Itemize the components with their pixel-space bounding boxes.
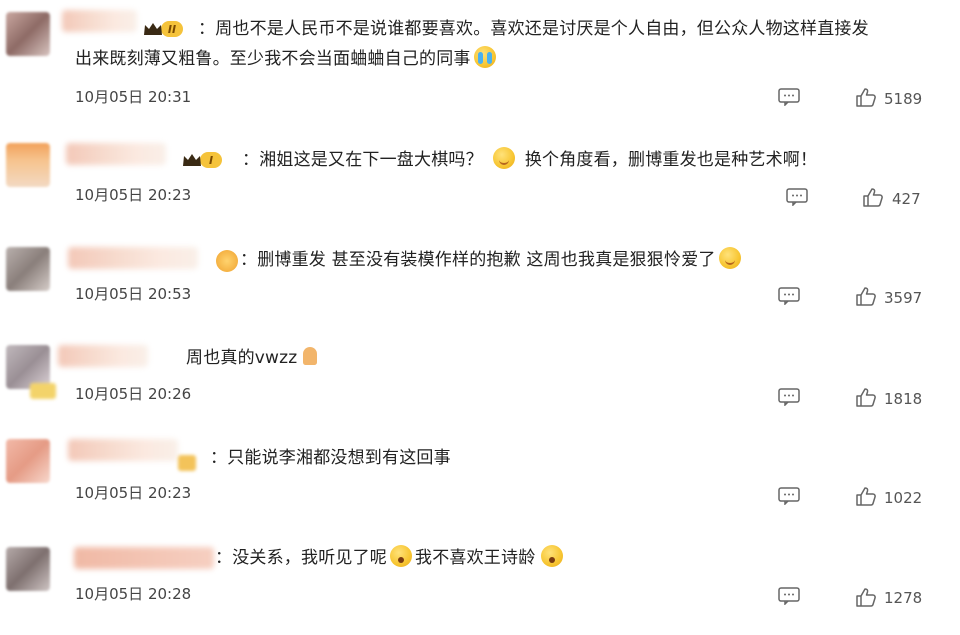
username[interactable] bbox=[62, 10, 137, 32]
comment-item: ：没关系，我听见了呢 我不喜欢王诗龄 10月05日 20:28 1278 bbox=[0, 525, 960, 635]
comment-text-part1: ：没关系，我听见了呢 bbox=[215, 548, 387, 568]
comment-reply-icon[interactable] bbox=[778, 487, 800, 505]
comment-reply-icon[interactable] bbox=[778, 88, 800, 106]
smiling-face-emoji bbox=[718, 247, 741, 269]
like-count: 427 bbox=[892, 190, 921, 208]
comment-text-continued: 出来既刻薄又粗鲁。至少我不会当面蛐蛐自己的同事 bbox=[75, 45, 499, 73]
avatar[interactable] bbox=[6, 143, 50, 187]
timestamp: 10月05日 20:28 bbox=[75, 585, 192, 603]
timestamp: 10月05日 20:26 bbox=[75, 385, 192, 403]
comment-reply-icon[interactable] bbox=[778, 287, 800, 305]
like-count: 1022 bbox=[884, 489, 923, 507]
comment-reply-icon[interactable] bbox=[786, 188, 808, 206]
thumbs-up-icon[interactable] bbox=[855, 87, 877, 107]
comment-item: I ：湘姐这是又在下一盘大棋吗？ 换个角度看，删博重发也是种艺术啊！ 10月05日… bbox=[0, 125, 960, 225]
thinking-face-emoji bbox=[492, 147, 515, 169]
username[interactable] bbox=[68, 439, 178, 461]
comment-text: ：周也不是人民币不是说谁都要喜欢。喜欢还是讨厌是个人自由，但公众人物这样直接发 bbox=[198, 19, 869, 39]
level-label: I bbox=[200, 152, 222, 168]
comment-text: ：没关系，我听见了呢 我不喜欢王诗龄 bbox=[215, 544, 566, 572]
username[interactable] bbox=[66, 143, 166, 165]
thumbs-up-icon[interactable] bbox=[855, 587, 877, 607]
comment-item: ：删博重发 甚至没有装模作样的抱歉 这周也我真是狠狠怜爱了 10月05日 20:… bbox=[0, 225, 960, 325]
timestamp: 10月05日 20:31 bbox=[75, 88, 192, 106]
user-level-badge: I bbox=[182, 149, 222, 171]
crown-icon bbox=[143, 21, 163, 37]
user-level-badge: II bbox=[143, 18, 183, 40]
crown-icon bbox=[182, 152, 202, 168]
comment-text-part2: 换个角度看，删博重发也是种艺术啊！ bbox=[524, 150, 818, 170]
comment-text-body: ：删博重发 甚至没有装模作样的抱歉 这周也我真是狠狠怜爱了 bbox=[240, 250, 716, 270]
timestamp: 10月05日 20:53 bbox=[75, 285, 192, 303]
thumbs-up-icon[interactable] bbox=[855, 486, 877, 506]
comment-text-body: 周也真的vwzz bbox=[186, 348, 298, 368]
like-count: 5189 bbox=[884, 90, 923, 108]
username[interactable] bbox=[68, 247, 198, 269]
comment-item: ：只能说李湘都没想到有这回事 10月05日 20:23 1022 bbox=[0, 425, 960, 525]
username-decoration bbox=[30, 383, 56, 399]
username[interactable] bbox=[74, 547, 214, 569]
comment-item: 周也真的vwzz 10月05日 20:26 1818 bbox=[0, 325, 960, 425]
comment-text: ：只能说李湘都没想到有这回事 bbox=[210, 448, 451, 468]
comment-text-part2: 我不喜欢王诗龄 bbox=[415, 548, 536, 568]
crown-badge-icon bbox=[216, 250, 238, 272]
thumbs-up-icon[interactable] bbox=[855, 286, 877, 306]
avatar[interactable] bbox=[6, 547, 50, 591]
level-label: II bbox=[161, 21, 183, 37]
shocked-face-emoji bbox=[541, 545, 564, 567]
comment-text: ：湘姐这是又在下一盘大棋吗？ 换个角度看，删博重发也是种艺术啊！ bbox=[242, 146, 817, 174]
timestamp: 10月05日 20:23 bbox=[75, 186, 192, 204]
comment-text: ：删博重发 甚至没有装模作样的抱歉 这周也我真是狠狠怜爱了 bbox=[240, 246, 744, 274]
comment-text: 周也真的vwzz bbox=[186, 344, 323, 372]
like-count: 3597 bbox=[884, 289, 923, 307]
thumbs-up-icon[interactable] bbox=[855, 387, 877, 407]
crying-face-emoji bbox=[473, 46, 496, 68]
like-count: 1278 bbox=[884, 589, 923, 607]
username[interactable] bbox=[58, 345, 148, 367]
avatar[interactable] bbox=[6, 12, 50, 56]
comment-item: II ：周也不是人民币不是说谁都要喜欢。喜欢还是讨厌是个人自由，但公众人物这样直… bbox=[0, 0, 960, 125]
avatar[interactable] bbox=[6, 247, 50, 291]
avatar[interactable] bbox=[6, 439, 50, 483]
comment-reply-icon[interactable] bbox=[778, 587, 800, 605]
comment-text-part1: ：湘姐这是又在下一盘大棋吗？ bbox=[242, 150, 483, 170]
shocked-face-emoji bbox=[390, 545, 412, 567]
thumbs-up-icon[interactable] bbox=[862, 187, 884, 207]
timestamp: 10月05日 20:23 bbox=[75, 484, 192, 502]
comment-text-line2: 出来既刻薄又粗鲁。至少我不会当面蛐蛐自己的同事 bbox=[75, 49, 471, 69]
username-decoration bbox=[178, 455, 196, 471]
comment-reply-icon[interactable] bbox=[778, 388, 800, 406]
like-count: 1818 bbox=[884, 390, 923, 408]
praying-hands-emoji bbox=[300, 345, 320, 367]
